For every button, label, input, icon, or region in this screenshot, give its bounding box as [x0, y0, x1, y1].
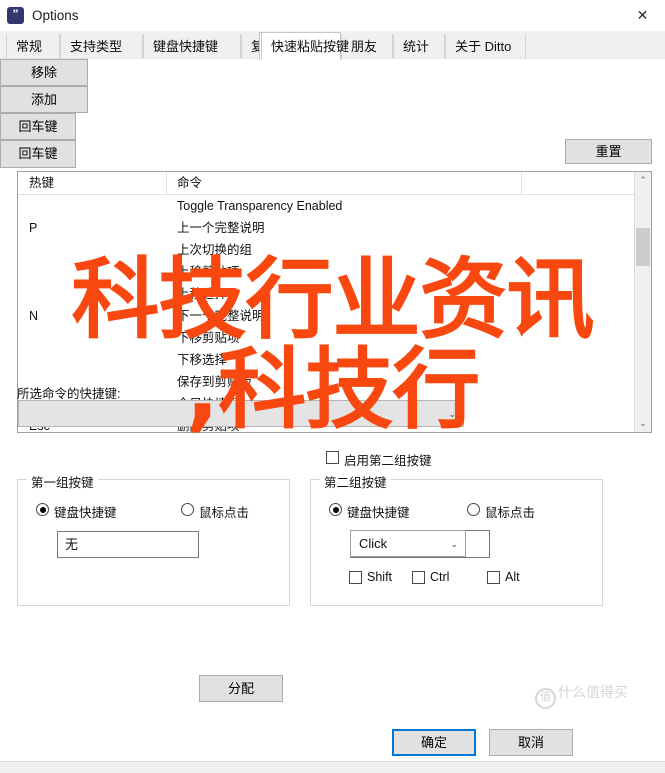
table-row[interactable]: 上移剪贴项	[18, 261, 651, 283]
table-row[interactable]: N 下一个完整说明	[18, 305, 651, 327]
tab-about-ditto[interactable]: 关于 Ditto	[445, 34, 526, 59]
scroll-up-icon[interactable]: ⌃	[635, 172, 651, 189]
row-command: 上移剪贴项	[177, 265, 240, 279]
group2-keyboard-radio[interactable]	[329, 503, 342, 516]
group1-mouse-label: 鼠标点击	[199, 506, 250, 520]
group1-enter-key-button[interactable]: 回车键	[0, 113, 76, 140]
group2-ctrl-checkbox[interactable]	[412, 571, 425, 584]
group2-shift-checkbox[interactable]	[349, 571, 362, 584]
row-command: 上移选择	[177, 287, 228, 301]
row-command: 保存到剪贴板	[177, 375, 253, 389]
row-hotkey: P	[29, 221, 38, 235]
row-hotkey	[29, 261, 169, 283]
footer-strip	[0, 761, 665, 773]
row-command: 下移选择	[177, 353, 228, 367]
watermark-mark-icon: 值	[535, 688, 556, 709]
tab-strip: 常规 支持类型 键盘快捷键 复制缓冲区 快速粘贴按键 朋友 统计 关于 Ditt…	[0, 31, 665, 60]
enable-second-set-checkbox[interactable]	[326, 451, 339, 464]
row-command: 上次切换的组	[177, 243, 253, 257]
row-hotkey	[29, 283, 169, 305]
scroll-down-icon[interactable]: ⌄	[635, 415, 651, 432]
ok-button[interactable]: 确定	[392, 729, 476, 756]
tab-general[interactable]: 常规	[6, 34, 60, 59]
table-row[interactable]: Toggle Transparency Enabled	[18, 195, 651, 217]
window-title: Options	[32, 8, 79, 23]
tab-quick-paste-keys[interactable]: 快速粘贴按键	[261, 32, 349, 60]
group1-keyboard-radio[interactable]	[36, 503, 49, 516]
cancel-button[interactable]: 取消	[489, 729, 573, 756]
assign-button[interactable]: 分配	[199, 675, 283, 702]
table-row[interactable]: P 上一个完整说明	[18, 217, 651, 239]
second-key-set-title: 第二组按键	[320, 472, 391, 491]
column-header-command[interactable]: 命令	[166, 172, 521, 194]
tab-keyboard-shortcuts[interactable]: 键盘快捷键	[143, 34, 241, 59]
row-command: 下一个完整说明	[177, 309, 265, 323]
row-hotkey	[29, 349, 169, 371]
group2-shift-label: Shift	[367, 570, 393, 584]
app-quote-icon: ”	[7, 7, 24, 24]
remove-shortcut-button[interactable]: 移除	[0, 59, 88, 86]
group2-click-value: Click	[359, 536, 388, 551]
table-row[interactable]: 下移剪贴项	[18, 327, 651, 349]
group2-enter-key-button[interactable]: 回车键	[0, 140, 76, 168]
group2-mouse-label: 鼠标点击	[485, 506, 536, 520]
row-command: 上一个完整说明	[177, 221, 265, 235]
enable-second-set-label: 启用第二组按键	[344, 454, 432, 468]
table-row[interactable]: 上移选择	[18, 283, 651, 305]
tab-support-types[interactable]: 支持类型	[60, 34, 143, 59]
site-watermark: 值什么值得买	[535, 682, 628, 709]
row-command: 下移剪贴项	[177, 331, 240, 345]
group2-mouse-radio[interactable]	[467, 503, 480, 516]
tab-statistics[interactable]: 统计	[393, 34, 445, 59]
row-hotkey	[29, 195, 169, 217]
first-key-set-title: 第一组按键	[27, 472, 98, 491]
row-hotkey	[29, 239, 169, 261]
list-vertical-scrollbar[interactable]: ⌃ ⌄	[634, 172, 651, 432]
close-icon[interactable]: ✕	[620, 0, 665, 31]
group1-shortcut-value: 无	[65, 537, 79, 552]
title-bar: ” Options ✕	[0, 0, 665, 31]
chevron-down-icon: ⌄	[448, 409, 456, 419]
quick-paste-keys-panel: 重置 热键 命令 Toggle Transparency Enabled P 上…	[0, 59, 665, 773]
group1-keyboard-label: 键盘快捷键	[54, 506, 117, 520]
group2-ctrl-label: Ctrl	[430, 570, 450, 584]
group1-mouse-radio[interactable]	[181, 503, 194, 516]
row-command: Toggle Transparency Enabled	[177, 199, 343, 213]
list-header-row: 热键 命令	[18, 172, 651, 195]
table-row[interactable]: 下移选择	[18, 349, 651, 371]
scrollbar-thumb[interactable]	[636, 228, 650, 266]
reset-button[interactable]: 重置	[565, 139, 652, 164]
row-hotkey	[29, 327, 169, 349]
table-row[interactable]: 上次切换的组	[18, 239, 651, 261]
group2-alt-label: Alt	[505, 570, 520, 584]
group2-alt-checkbox[interactable]	[487, 571, 500, 584]
chevron-down-icon: ⌄	[450, 539, 458, 549]
column-header-hotkey[interactable]: 热键	[18, 172, 166, 194]
group1-shortcut-input[interactable]: 无	[57, 531, 199, 558]
add-shortcut-button[interactable]: 添加	[0, 86, 88, 113]
group2-click-combo[interactable]: Click ⌄	[350, 530, 466, 557]
row-hotkey: N	[29, 309, 39, 323]
watermark-text: 什么值得买	[558, 685, 628, 701]
group2-keyboard-label: 键盘快捷键	[347, 506, 410, 520]
shortcut-combo[interactable]: ⌄	[18, 400, 464, 427]
